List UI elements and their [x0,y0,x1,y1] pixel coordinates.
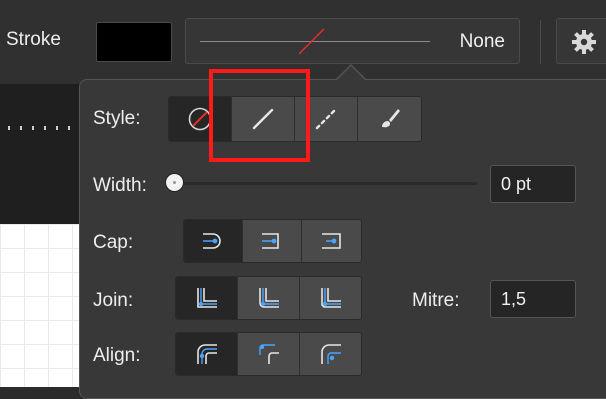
gear-icon [572,30,596,54]
width-field[interactable]: 0 pt [490,165,576,203]
join-bevel-button[interactable] [300,277,361,319]
style-label: Style: [93,108,141,129]
selection-highlight-box [209,69,310,162]
stroke-color-swatch[interactable] [96,22,172,62]
settings-button[interactable] [556,18,606,64]
align-outside-icon [320,344,341,364]
bevel-join-icon [320,288,341,308]
stroke-label: Stroke [6,29,61,50]
horizontal-ruler [0,84,82,174]
width-slider-track[interactable] [173,182,477,185]
align-center-icon [258,344,279,364]
dashed-line-icon [315,108,337,130]
mitre-label: Mitre: [412,290,460,311]
join-segmented-control [175,276,362,320]
align-inside-button[interactable] [176,333,238,375]
join-miter-button[interactable] [176,277,238,319]
brush-icon [381,109,400,128]
cap-round-button[interactable] [243,220,302,262]
square-cap-icon [321,233,341,249]
round-cap-icon [262,233,279,249]
style-brush-button[interactable] [358,97,421,141]
align-inside-icon [196,344,217,364]
butt-cap-icon [203,233,221,249]
cap-butt-button[interactable] [184,220,243,262]
align-outside-button[interactable] [300,333,361,375]
round-join-icon [258,288,279,308]
join-round-button[interactable] [238,277,300,319]
cap-square-button[interactable] [302,220,361,262]
width-slider-handle[interactable] [166,174,183,191]
canvas-border [0,174,82,224]
miter-join-icon [196,288,217,308]
cap-label: Cap: [93,232,134,253]
document-canvas[interactable] [0,224,82,387]
align-segmented-control [175,332,362,376]
mitre-field[interactable]: 1,5 [490,280,576,318]
toolbar-divider [540,20,541,64]
align-center-button[interactable] [238,333,300,375]
stroke-style-dropdown[interactable]: None [185,18,520,64]
join-label: Join: [93,290,134,311]
width-label: Width: [93,175,147,196]
align-label: Align: [93,345,141,366]
cap-segmented-control [183,219,362,263]
stroke-dropdown-value: None [459,31,505,52]
